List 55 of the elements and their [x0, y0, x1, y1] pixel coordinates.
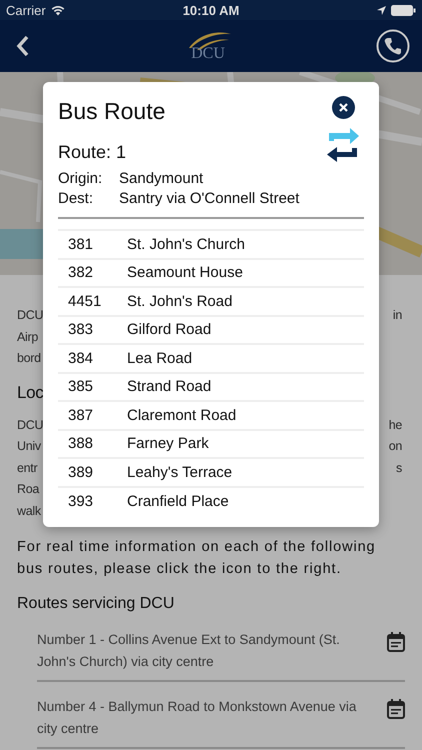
stop-number: 381 [68, 236, 94, 253]
detail-value: Santry via O'Connell Street [119, 189, 300, 209]
logo-text: DCU [191, 46, 225, 62]
stop-number: 383 [68, 321, 94, 338]
paragraph-text: in [392, 307, 402, 324]
back-icon[interactable] [16, 35, 30, 57]
paragraph-text: Roa [17, 481, 40, 498]
stop-number: 388 [68, 435, 94, 452]
stop-name: Claremont Road [127, 406, 236, 424]
stop-number: 393 [68, 493, 94, 510]
paragraph-text: entr [17, 460, 38, 476]
battery-icon [390, 4, 416, 16]
paragraph-text: Airp [17, 328, 38, 346]
info-paragraph: For real time information on each of the following bus routes, please click the icon to the right. [17, 538, 377, 579]
stop-name: Seamount House [127, 264, 243, 282]
route-link[interactable]: Number 1 - Collins Avenue Ext to Sandymount (St. John's Church) via city centre [37, 629, 379, 672]
detail-label: Origin: [58, 169, 104, 189]
stop-number: 385 [68, 378, 94, 396]
paragraph-text: walk [17, 502, 41, 520]
close-icon[interactable] [332, 96, 354, 119]
swap-arrows-icon[interactable] [326, 127, 360, 163]
paragraph-text: DCU [17, 416, 44, 434]
stop-name: Lea Road [127, 350, 192, 367]
stop-name: Gilford Road [127, 321, 212, 338]
paragraph-text: bord [17, 350, 41, 367]
stop-number: 384 [68, 350, 94, 367]
paragraph-text: DCU [17, 307, 44, 324]
stop-number: 389 [68, 464, 94, 481]
route-number: Route: 1 [58, 142, 126, 163]
detail-label: Dest: [58, 189, 94, 209]
stop-number: 4451 [68, 292, 102, 310]
stop-name: Cranfield Place [127, 493, 229, 510]
stop-name: St. John's Church [127, 236, 245, 253]
wifi-icon [50, 4, 65, 16]
calendar-icon[interactable] [387, 632, 405, 652]
paragraph-text: Univ [17, 438, 41, 455]
carrier-name: Carrier [6, 2, 46, 18]
stop-number: 387 [68, 406, 94, 424]
route-link[interactable]: Number 4 - Ballymun Road to Monkstown Avenue via city centre [37, 696, 379, 739]
phone-icon[interactable] [376, 29, 410, 63]
paragraph-text: he [388, 416, 402, 434]
stop-number: 382 [68, 264, 94, 282]
location-arrow-icon [376, 6, 386, 14]
status-time: 10:10 AM [182, 2, 240, 18]
calendar-icon[interactable] [387, 699, 405, 719]
paragraph-text: s [396, 460, 402, 476]
stop-name: Strand Road [127, 378, 212, 396]
section-heading: Routes servicing DCU [17, 594, 176, 614]
paragraph-text: on [388, 438, 402, 455]
stop-name: St. John's Road [127, 292, 232, 310]
stop-name: Leahy's Terrace [127, 464, 232, 481]
stop-name: Farney Park [127, 435, 209, 452]
dialog-title: Bus Route [58, 98, 166, 126]
detail-value: Sandymount [119, 169, 204, 189]
section-heading: Loc [17, 382, 44, 404]
